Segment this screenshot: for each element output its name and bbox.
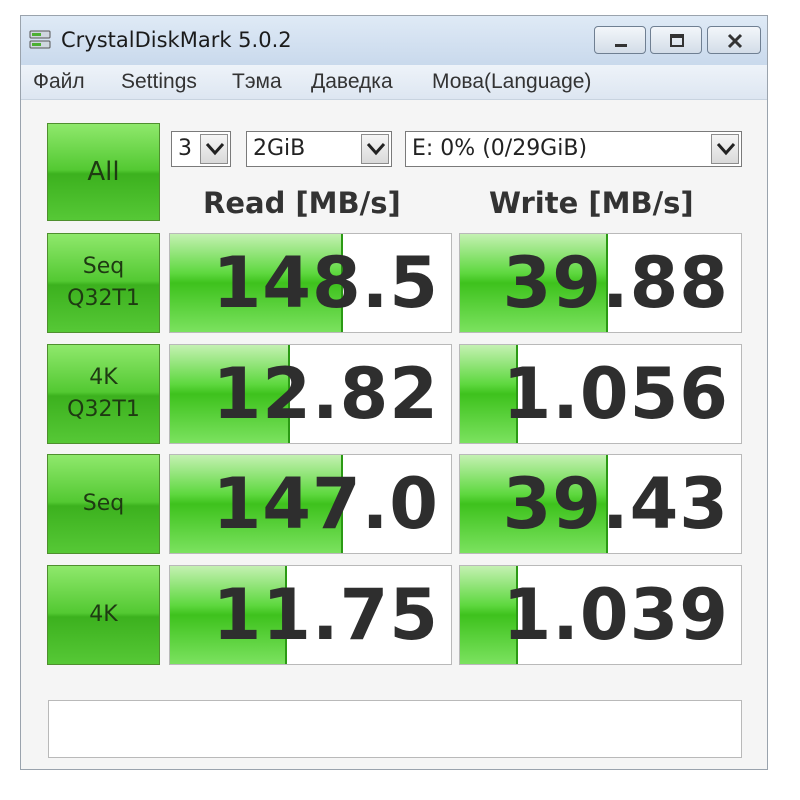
all-button-label: All [87, 157, 120, 187]
test-button-2[interactable]: 4K Q32T1 [47, 344, 160, 444]
read-column-header: Read [MB/s] [203, 186, 401, 220]
window-title: CrystalDiskMark 5.0.2 [61, 28, 292, 52]
write-result-cell: 39.88 [459, 233, 742, 333]
menu-help[interactable]: Даведка [311, 65, 393, 99]
read-value: 11.75 [212, 574, 439, 656]
close-icon [727, 33, 743, 49]
test-button-4[interactable]: 4K [47, 565, 160, 665]
write-column-header: Write [MB/s] [489, 186, 694, 220]
test-button-label: 4K [89, 602, 118, 627]
read-value: 147.0 [212, 463, 439, 545]
test-button-sublabel: Q32T1 [67, 397, 140, 422]
write-value: 39.43 [502, 463, 729, 545]
chevron-down-icon [366, 143, 386, 156]
test-count-select[interactable]: 3 [171, 131, 231, 167]
title-bar[interactable]: CrystalDiskMark 5.0.2 [21, 16, 767, 65]
minimize-icon [615, 44, 627, 47]
status-comment-box[interactable] [48, 700, 742, 758]
test-size-select[interactable]: 2GiB [246, 131, 392, 167]
maximize-button[interactable] [650, 26, 702, 54]
menu-settings[interactable]: Settings [121, 65, 197, 99]
test-button-label: Seq [82, 491, 125, 516]
test-count-dropdown-arrow[interactable] [200, 134, 228, 164]
read-result-cell: 11.75 [169, 565, 452, 665]
drive-select[interactable]: E: 0% (0/29GiB) [405, 131, 742, 167]
test-button-1[interactable]: Seq Q32T1 [47, 233, 160, 333]
app-window: CrystalDiskMark 5.0.2 Файл Settings Тэма… [20, 15, 768, 770]
write-value: 1.039 [502, 574, 729, 656]
test-count-value: 3 [178, 136, 192, 161]
read-result-cell: 148.5 [169, 233, 452, 333]
close-button[interactable] [707, 26, 761, 54]
test-button-label: Seq [82, 254, 125, 279]
read-result-cell: 147.0 [169, 454, 452, 554]
read-value: 148.5 [212, 242, 439, 324]
test-button-3[interactable]: Seq [47, 454, 160, 554]
write-result-cell: 39.43 [459, 454, 742, 554]
main-panel: All 3 2GiB E: 0% (0/29GiB) Read [MB/s] W… [21, 100, 767, 769]
write-result-cell: 1.056 [459, 344, 742, 444]
read-result-cell: 12.82 [169, 344, 452, 444]
menu-bar: Файл Settings Тэма Даведка Мова(Language… [21, 65, 767, 100]
maximize-icon [670, 34, 684, 47]
chevron-down-icon [205, 143, 225, 156]
test-size-value: 2GiB [253, 136, 306, 161]
menu-theme[interactable]: Тэма [232, 65, 282, 99]
test-button-sublabel: Q32T1 [67, 286, 140, 311]
all-button[interactable]: All [47, 123, 160, 221]
minimize-button[interactable] [594, 26, 646, 54]
test-button-label: 4K [89, 365, 118, 390]
menu-file[interactable]: Файл [33, 65, 85, 99]
write-result-cell: 1.039 [459, 565, 742, 665]
drive-dropdown-arrow[interactable] [711, 134, 739, 164]
test-size-dropdown-arrow[interactable] [361, 134, 389, 164]
menu-language[interactable]: Мова(Language) [432, 65, 591, 99]
chevron-down-icon [716, 143, 736, 156]
write-value: 1.056 [502, 353, 729, 435]
read-value: 12.82 [212, 353, 439, 435]
disk-icon [29, 30, 51, 49]
drive-value: E: 0% (0/29GiB) [412, 136, 588, 161]
write-value: 39.88 [502, 242, 729, 324]
